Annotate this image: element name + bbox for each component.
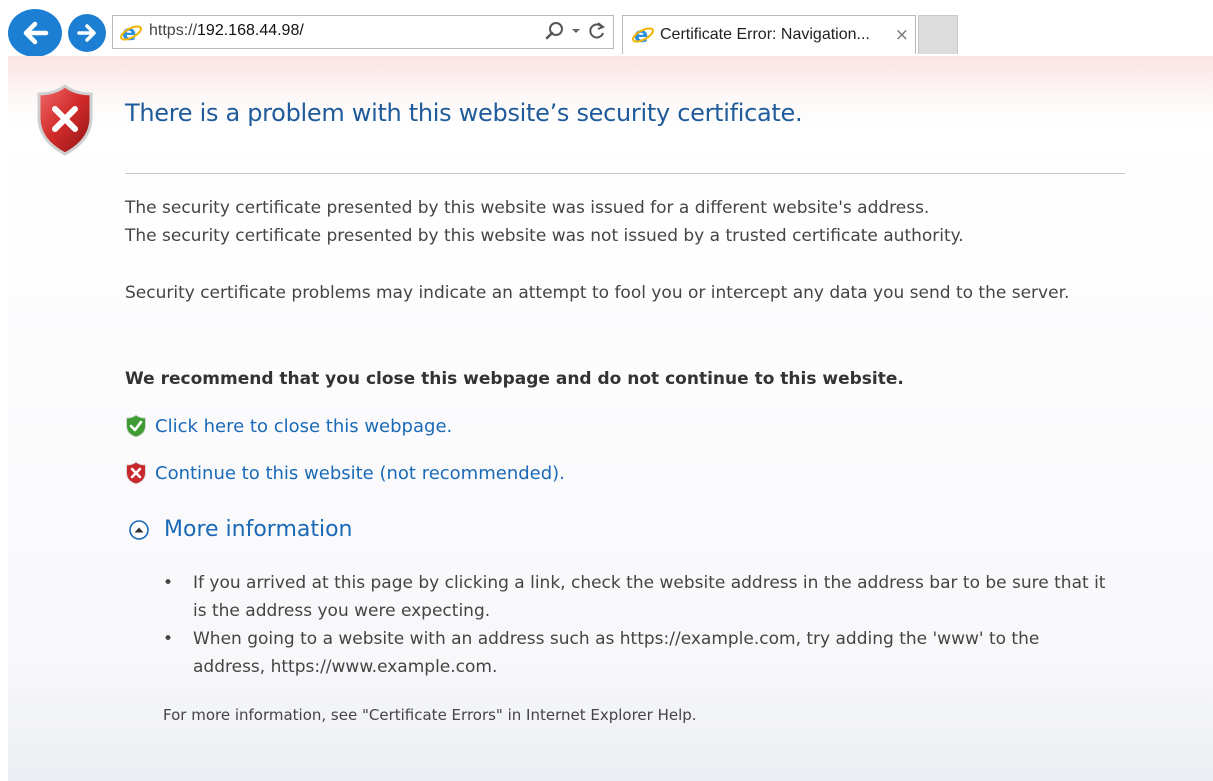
new-tab-button[interactable] xyxy=(918,15,958,54)
tab-certificate-error[interactable]: e Certificate Error: Navigation... × xyxy=(622,15,916,54)
search-icon[interactable] xyxy=(545,21,565,41)
title-divider xyxy=(125,173,1125,174)
address-tools xyxy=(545,21,607,41)
bullet: • xyxy=(163,573,174,593)
issue-line: The security certificate presented by th… xyxy=(125,198,930,218)
tab-close-button[interactable]: × xyxy=(895,25,909,45)
help-text: For more information, see "Certificate E… xyxy=(163,706,697,724)
refresh-icon[interactable] xyxy=(587,21,607,41)
collapse-icon[interactable] xyxy=(128,519,150,541)
back-button[interactable] xyxy=(8,9,62,57)
list-item: • If you arrived at this page by clickin… xyxy=(163,569,1113,625)
certificate-issues: The security certificate presented by th… xyxy=(125,194,1115,250)
close-webpage-row: Click here to close this webpage. xyxy=(125,414,452,438)
recommendation-text: We recommend that you close this webpage… xyxy=(125,369,904,389)
tab-title: Certificate Error: Navigation... xyxy=(660,26,870,43)
more-information-list: • If you arrived at this page by clickin… xyxy=(163,569,1113,681)
ie-logo-icon: e xyxy=(120,21,142,43)
list-item-text: If you arrived at this page by clicking … xyxy=(193,573,1106,621)
continue-row: Continue to this website (not recommende… xyxy=(125,461,565,485)
bullet: • xyxy=(163,629,174,649)
error-shield-icon xyxy=(37,84,93,156)
url-host: 192.168.44.98/ xyxy=(197,22,304,39)
forward-button[interactable] xyxy=(68,14,106,52)
warning-text: Security certificate problems may indica… xyxy=(125,283,1070,303)
forward-arrow-icon xyxy=(77,24,96,42)
list-item-text: When going to a website with an address … xyxy=(193,629,1040,677)
issue-line: The security certificate presented by th… xyxy=(125,226,964,246)
page-title: There is a problem with this website’s s… xyxy=(125,99,803,127)
url-prefix: https:// xyxy=(149,22,198,39)
safe-shield-icon xyxy=(126,414,146,438)
close-webpage-link[interactable]: Click here to close this webpage. xyxy=(155,416,452,437)
more-information-toggle[interactable]: More information xyxy=(128,517,353,542)
ie-logo-icon: e xyxy=(632,23,654,45)
more-information-label: More information xyxy=(164,517,353,542)
back-arrow-icon xyxy=(23,21,49,45)
list-item: • When going to a website with an addres… xyxy=(163,625,1113,681)
error-page: There is a problem with this website’s s… xyxy=(8,56,1213,781)
address-bar[interactable]: e https://192.168.44.98/ xyxy=(112,15,614,49)
address-url[interactable]: https://192.168.44.98/ xyxy=(149,22,304,40)
dropdown-arrow-icon[interactable] xyxy=(571,27,581,35)
continue-to-website-link[interactable]: Continue to this website (not recommende… xyxy=(155,463,565,484)
error-shield-icon xyxy=(126,461,146,485)
browser-toolbar: e https://192.168.44.98/ e Certificate E… xyxy=(0,0,1213,57)
